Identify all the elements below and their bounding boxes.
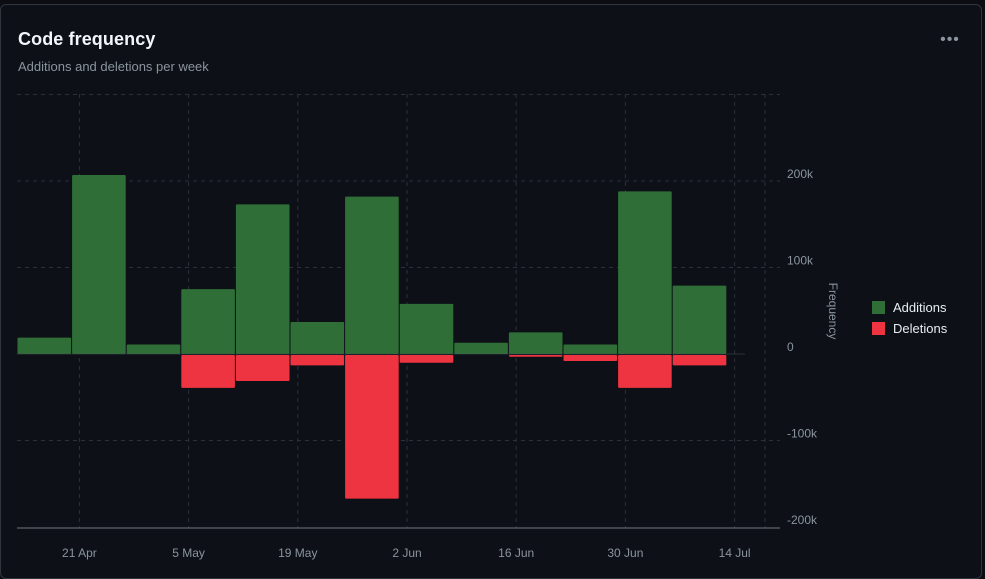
y-axis-label: Frequency xyxy=(826,283,840,340)
bar-deletions xyxy=(235,355,290,381)
x-tick-label: 19 May xyxy=(278,546,317,560)
chart-legend: Additions Deletions xyxy=(872,297,947,339)
bar-deletions xyxy=(618,355,672,388)
bar-additions xyxy=(235,204,290,354)
bar-additions xyxy=(72,174,126,354)
x-tick-label: 2 Jun xyxy=(392,546,421,560)
y-tick-label: 0 xyxy=(787,340,794,354)
bar-additions xyxy=(345,196,399,354)
legend-swatch-additions xyxy=(872,301,885,314)
bar-additions xyxy=(454,342,508,354)
bar-deletions xyxy=(399,355,454,363)
bar-deletions xyxy=(672,355,727,366)
bar-additions xyxy=(181,289,235,354)
bar-additions xyxy=(618,191,672,354)
code-frequency-chart: 200k 100k 0 -100k -200k 21 Apr 5 May 19 May 2 Ju… xyxy=(17,94,840,560)
legend-item-deletions[interactable]: Deletions xyxy=(872,318,947,339)
bar-additions xyxy=(399,303,454,354)
x-tick-label: 5 May xyxy=(172,546,205,560)
bar-additions xyxy=(563,344,618,354)
y-tick-label: -200k xyxy=(787,513,818,527)
bar-deletions xyxy=(290,355,345,366)
legend-label-deletions: Deletions xyxy=(893,321,948,336)
bar-additions xyxy=(672,285,727,354)
bar-additions xyxy=(126,344,181,354)
bar-additions xyxy=(508,332,563,354)
bar-deletions xyxy=(181,355,235,388)
bar-additions xyxy=(290,321,345,354)
bar-deletions xyxy=(345,355,399,499)
bar-deletions xyxy=(563,355,618,362)
y-tick-label: 200k xyxy=(787,167,814,181)
x-tick-label: 16 Jun xyxy=(498,546,534,560)
x-tick-label: 30 Jun xyxy=(607,546,643,560)
y-tick-label: -100k xyxy=(787,427,818,441)
legend-swatch-deletions xyxy=(872,322,885,335)
legend-item-additions[interactable]: Additions xyxy=(872,297,947,318)
legend-label-additions: Additions xyxy=(893,300,947,315)
x-tick-label: 21 Apr xyxy=(62,546,97,560)
bar-deletions xyxy=(508,355,563,357)
y-tick-label: 100k xyxy=(787,254,814,268)
bar-additions xyxy=(17,337,72,354)
x-tick-label: 14 Jul xyxy=(719,546,751,560)
